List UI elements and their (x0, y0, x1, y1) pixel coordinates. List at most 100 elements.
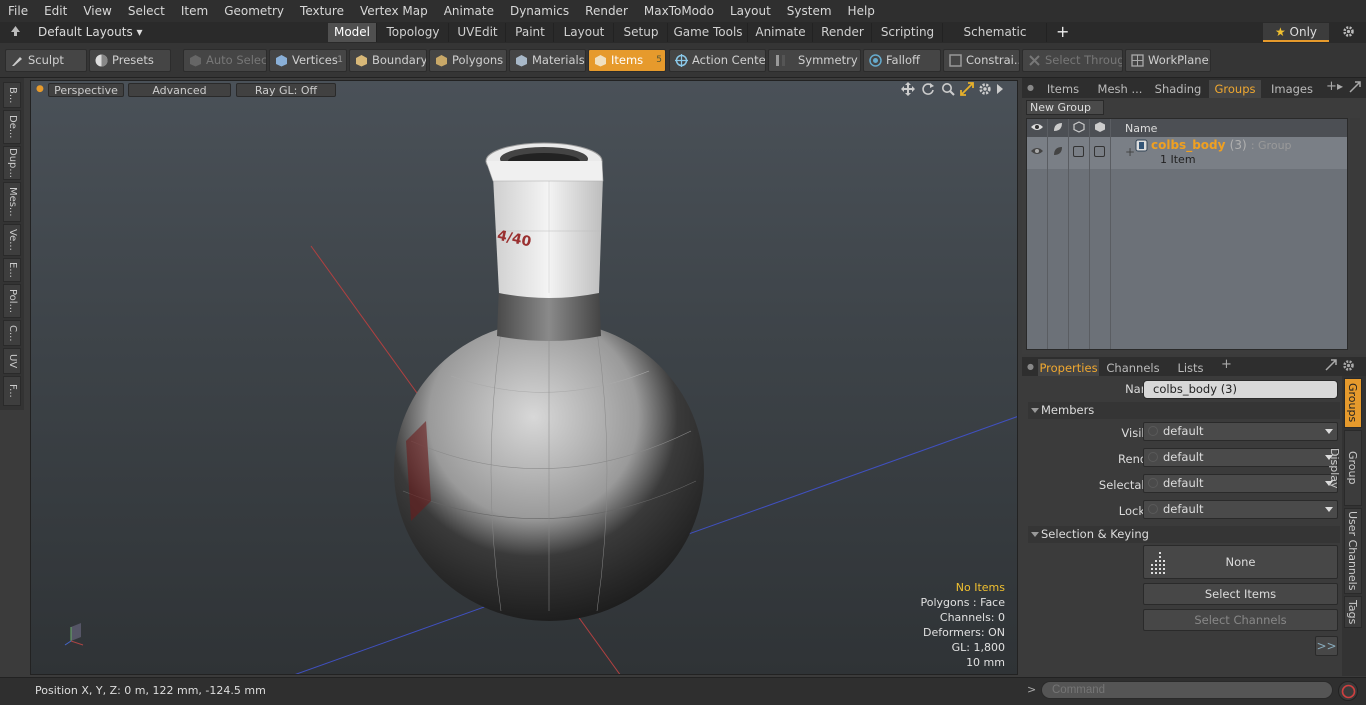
menu-maxtomodo[interactable]: MaxToModo (636, 4, 722, 18)
selection-keying-section[interactable]: Selection & Keying (1028, 526, 1340, 543)
side-tab-group-display[interactable]: Group Display (1328, 430, 1362, 506)
tab-paint[interactable]: Paint (507, 23, 554, 42)
workplane-button[interactable]: WorkPlane (1125, 49, 1211, 72)
default-layouts-dropdown[interactable]: Default Layouts ▾ (38, 25, 143, 39)
tab-uvedit[interactable]: UVEdit (450, 23, 506, 42)
left-tab-mesh-edit[interactable]: Mes... (3, 182, 21, 222)
tab-mesh[interactable]: Mesh ... (1090, 80, 1150, 98)
menu-system[interactable]: System (779, 4, 840, 18)
menu-select[interactable]: Select (120, 4, 173, 18)
left-tab-uv[interactable]: UV (3, 348, 21, 374)
row-render-icon[interactable] (1052, 145, 1064, 160)
materials-button[interactable]: Materials (509, 49, 586, 72)
command-input[interactable] (1041, 681, 1333, 699)
tab-items[interactable]: Items (1040, 80, 1086, 98)
viewport-settings-gear-icon[interactable] (978, 82, 992, 99)
menu-vertex-map[interactable]: Vertex Map (352, 4, 436, 18)
menu-item[interactable]: Item (173, 4, 216, 18)
tab-schematic-fusion[interactable]: Schematic Fusion (944, 23, 1047, 58)
menu-file[interactable]: File (0, 4, 36, 18)
maximize-icon[interactable] (960, 82, 974, 99)
left-tab-polygon[interactable]: Pol... (3, 284, 21, 318)
row-selectable-checkbox[interactable] (1073, 146, 1084, 157)
props-gear-icon[interactable] (1342, 359, 1355, 375)
tab-images[interactable]: Images (1265, 80, 1319, 98)
tab-animate[interactable]: Animate (749, 23, 813, 42)
left-tab-curve[interactable]: C... (3, 320, 21, 346)
keying-none-button[interactable]: None (1143, 545, 1338, 579)
tab-render[interactable]: Render (814, 23, 872, 42)
render-dropdown[interactable]: default (1143, 448, 1338, 467)
advanced-shading-dropdown[interactable]: Advanced (128, 83, 231, 97)
tab-scripting[interactable]: Scripting (873, 23, 943, 42)
group-row-colbs-body[interactable]: + colbs_body (3) : Group 1 Item (1027, 137, 1347, 169)
row-visibility-eye-icon[interactable] (1030, 145, 1044, 160)
vertices-button[interactable]: Vertices 1 (269, 49, 347, 72)
menu-edit[interactable]: Edit (36, 4, 75, 18)
row-locked-checkbox[interactable] (1094, 146, 1105, 157)
select-through-button[interactable]: Select Through (1022, 49, 1123, 72)
menu-dynamics[interactable]: Dynamics (502, 4, 577, 18)
left-tab-duplicate[interactable]: Dup... (3, 146, 21, 180)
viewport-menu-dot-icon[interactable]: ● (36, 84, 44, 94)
visible-dropdown[interactable]: default (1143, 422, 1338, 441)
layout-arrow-icon[interactable] (10, 25, 21, 40)
tab-lists[interactable]: Lists (1167, 359, 1214, 377)
sculpt-button[interactable]: Sculpt (5, 49, 87, 72)
boundary-button[interactable]: Boundary (349, 49, 427, 72)
presets-button[interactable]: Presets (89, 49, 171, 72)
left-tab-vertex[interactable]: Ve... (3, 224, 21, 256)
constraints-button[interactable]: Constrai... (943, 49, 1020, 72)
props-menu-dot-icon[interactable]: ● (1027, 362, 1034, 371)
members-section[interactable]: Members (1028, 402, 1340, 419)
tab-layout[interactable]: Layout (555, 23, 614, 42)
polygons-button[interactable]: Polygons (429, 49, 507, 72)
locked-dropdown[interactable]: default (1143, 500, 1338, 519)
menu-geometry[interactable]: Geometry (216, 4, 292, 18)
menu-texture[interactable]: Texture (292, 4, 352, 18)
props-expand-icon[interactable] (1325, 359, 1337, 374)
left-tab-basic[interactable]: B... (3, 82, 21, 108)
tab-properties[interactable]: Properties (1038, 359, 1099, 377)
left-tab-edge[interactable]: E... (3, 258, 21, 282)
select-channels-button[interactable]: Select Channels (1143, 609, 1338, 631)
render-icon[interactable] (1052, 121, 1064, 136)
add-panel-tab-icon[interactable]: + (1326, 79, 1337, 94)
symmetry-button[interactable]: Symmetry (768, 49, 861, 72)
panel-expand-icon[interactable] (1349, 81, 1361, 96)
panel-menu-dot-icon[interactable]: ● (1027, 83, 1034, 92)
selectable-dropdown[interactable]: default (1143, 474, 1338, 493)
only-button[interactable]: ★ Only (1263, 23, 1329, 42)
add-props-tab-icon[interactable]: + (1221, 357, 1232, 372)
auto-select-button[interactable]: Auto Select (183, 49, 267, 72)
menu-render[interactable]: Render (577, 4, 636, 18)
select-items-button[interactable]: Select Items (1143, 583, 1338, 605)
menu-view[interactable]: View (75, 4, 119, 18)
add-tab-icon[interactable]: + (1056, 22, 1069, 41)
panel-tabs-arrow-icon[interactable]: ▸ (1337, 79, 1343, 93)
visibility-eye-icon[interactable] (1030, 121, 1044, 136)
locked-cube-icon[interactable] (1094, 121, 1106, 136)
perspective-dropdown[interactable]: Perspective (48, 83, 124, 97)
menu-help[interactable]: Help (840, 4, 883, 18)
falloff-button[interactable]: Falloff (863, 49, 941, 72)
gear-icon[interactable] (1342, 25, 1355, 41)
zoom-icon[interactable] (941, 82, 955, 99)
selectable-cube-icon[interactable] (1073, 121, 1085, 136)
menu-layout[interactable]: Layout (722, 4, 779, 18)
new-group-button[interactable]: New Group (1026, 100, 1104, 115)
expand-plus-icon[interactable]: + (1125, 145, 1135, 159)
groups-scrollbar[interactable] (1350, 118, 1360, 350)
rotate-icon[interactable] (921, 82, 935, 99)
record-macro-button[interactable] (1338, 681, 1358, 701)
tab-game-tools[interactable]: Game Tools (669, 23, 748, 42)
menu-animate[interactable]: Animate (436, 4, 502, 18)
tab-shading[interactable]: Shading (1152, 80, 1204, 98)
tab-channels[interactable]: Channels (1104, 359, 1162, 377)
viewport-expand-arrow-icon[interactable] (996, 83, 1004, 98)
side-tab-groups[interactable]: Groups (1344, 378, 1362, 428)
tab-model[interactable]: Model (328, 23, 377, 42)
raygl-toggle[interactable]: Ray GL: Off (236, 83, 336, 97)
action-center-button[interactable]: Action Center (669, 49, 766, 72)
pan-icon[interactable] (901, 82, 915, 99)
